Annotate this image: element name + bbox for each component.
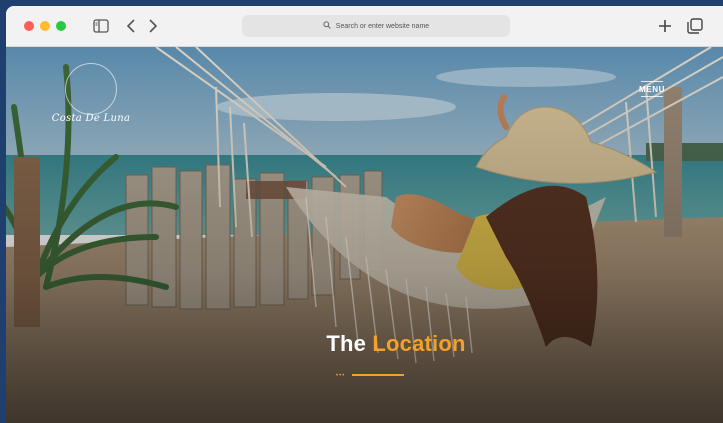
divider-bar — [352, 374, 404, 376]
divider-dots: ••• — [336, 373, 346, 379]
menu-label: MENU — [639, 85, 665, 94]
zoom-window-button[interactable] — [56, 21, 66, 31]
menu-button[interactable]: MENU — [632, 81, 672, 97]
page-title: The Location — [6, 331, 723, 357]
title-prefix: The — [326, 331, 367, 356]
plus-icon[interactable] — [654, 15, 676, 37]
menu-line-icon — [641, 81, 663, 82]
menu-line-icon — [641, 96, 663, 97]
search-icon — [323, 21, 331, 31]
tab-overview-icon[interactable] — [684, 15, 706, 37]
minimize-window-button[interactable] — [40, 21, 50, 31]
browser-window: Search or enter website name Costa De Lu… — [6, 6, 723, 423]
address-placeholder: Search or enter website name — [335, 22, 430, 30]
close-window-button[interactable] — [24, 21, 34, 31]
chevron-right-icon[interactable] — [142, 15, 164, 37]
sidebar-icon[interactable] — [90, 15, 112, 37]
logo-emblem-icon — [65, 63, 117, 115]
hero-section: Costa De Luna MENU The Location ••• — [6, 47, 723, 423]
address-bar[interactable]: Search or enter website name — [242, 15, 510, 37]
chevron-left-icon[interactable] — [120, 15, 142, 37]
browser-toolbar: Search or enter website name — [6, 6, 723, 47]
site-logo[interactable]: Costa De Luna — [46, 63, 136, 153]
title-divider: ••• — [336, 373, 408, 379]
logo-text: Costa De Luna — [51, 113, 131, 124]
title-accent: Location — [372, 331, 466, 356]
